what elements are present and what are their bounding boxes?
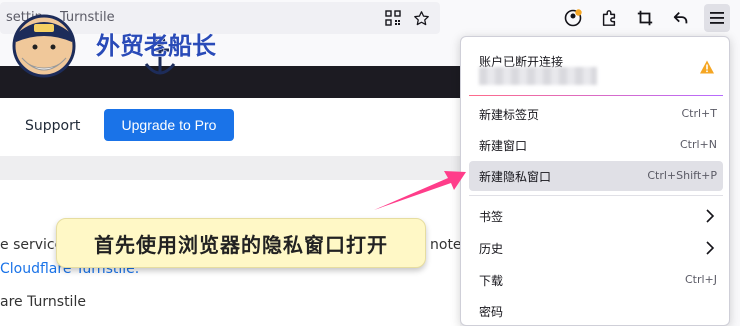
- nav-support-link[interactable]: Support: [25, 118, 80, 134]
- chevron-right-icon: [705, 240, 715, 259]
- account-sync-icon[interactable]: [562, 7, 584, 29]
- crop-screenshot-icon[interactable]: [634, 7, 656, 29]
- menu-item-passwords[interactable]: 密码: [469, 296, 723, 325]
- menu-item-label: 下载: [479, 274, 504, 288]
- app-menu-panel: 账户已断开连接 新建标签页 Ctrl+T 新建窗口 Ctrl+N 新建隐私窗口 …: [460, 36, 730, 326]
- menu-item-new-private-window[interactable]: 新建隐私窗口 Ctrl+Shift+P: [469, 161, 723, 191]
- menu-item-shortcut: Ctrl+Shift+P: [647, 169, 717, 182]
- menu-item-new-tab[interactable]: 新建标签页 Ctrl+T: [469, 99, 723, 129]
- back-reply-icon[interactable]: [670, 7, 692, 29]
- annotation-arrow: [370, 166, 470, 220]
- chevron-right-icon: [705, 208, 715, 227]
- menu-separator: [469, 95, 723, 96]
- menu-item-label: 书签: [479, 210, 504, 224]
- menu-item-label: 密码: [479, 305, 504, 319]
- menu-item-downloads[interactable]: 下载 Ctrl+J: [469, 265, 723, 295]
- callout-text: 首先使用浏览器的隐私窗口打开: [94, 232, 388, 257]
- menu-item-label: 新建标签页: [479, 108, 540, 122]
- menu-item-label: 新建窗口: [479, 139, 528, 153]
- upgrade-to-pro-button[interactable]: Upgrade to Pro: [104, 109, 234, 141]
- menu-item-shortcut: Ctrl+N: [679, 138, 717, 151]
- menu-item-label: 新建隐私窗口: [479, 170, 552, 184]
- body-text: e service: [0, 237, 64, 253]
- account-email-blurred: [479, 67, 597, 85]
- warning-icon: [699, 59, 715, 79]
- menu-item-new-window[interactable]: 新建窗口 Ctrl+N: [469, 130, 723, 160]
- instruction-callout: 首先使用浏览器的隐私窗口打开: [56, 218, 426, 268]
- menu-item-history[interactable]: 历史: [469, 233, 723, 263]
- logo-text: 外贸老船长: [96, 32, 217, 60]
- hamburger-menu-icon[interactable]: [704, 4, 730, 32]
- section-heading: are Turnstile: [0, 294, 86, 310]
- bookmark-star-icon[interactable]: [412, 9, 430, 27]
- extensions-icon[interactable]: [598, 7, 620, 29]
- menu-separator: [469, 195, 723, 196]
- captain-logo: 外贸老船长: [8, 2, 228, 88]
- menu-item-label: 历史: [479, 242, 504, 256]
- menu-item-bookmarks[interactable]: 书签: [469, 201, 723, 231]
- qr-code-icon[interactable]: [384, 9, 402, 27]
- account-section[interactable]: 账户已断开连接: [461, 37, 729, 95]
- body-text-note: note: [430, 237, 462, 253]
- menu-item-shortcut: Ctrl+J: [684, 273, 717, 286]
- menu-item-shortcut: Ctrl+T: [681, 107, 717, 120]
